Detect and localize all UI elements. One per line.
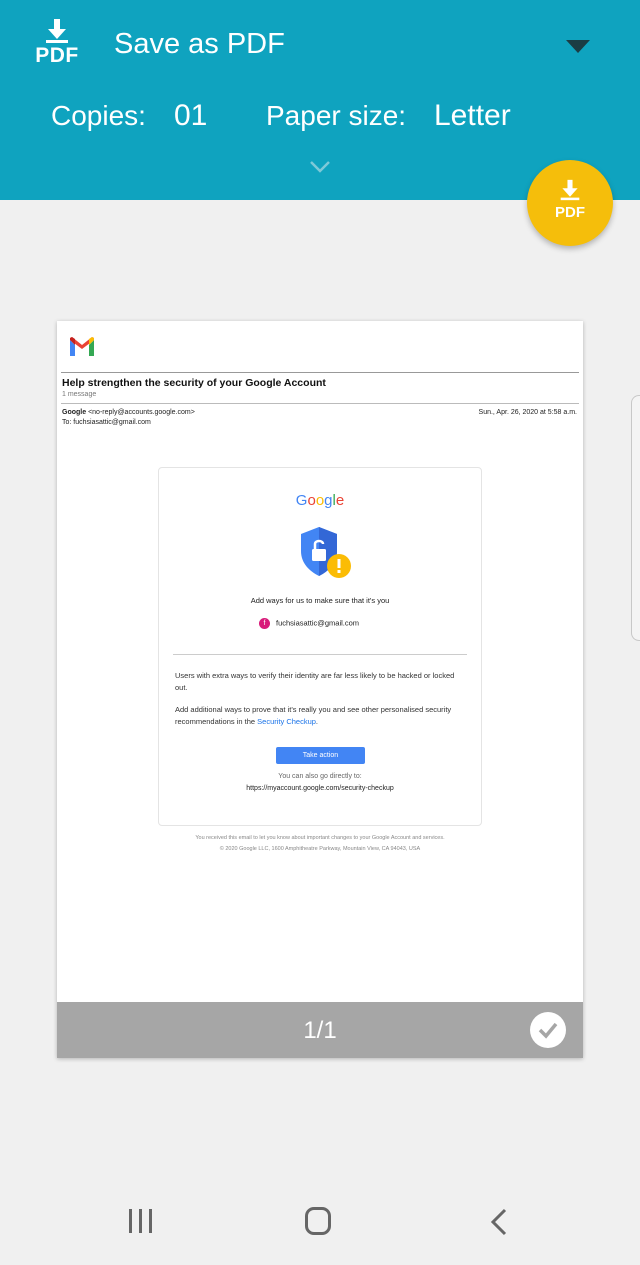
back-icon[interactable] (490, 1208, 508, 1236)
divider (61, 372, 579, 373)
email-card: Google Add ways for us to make sure that… (158, 467, 482, 826)
pdf-icon-label: PDF (35, 44, 79, 67)
card-headline: Add ways for us to make sure that it's y… (250, 596, 390, 605)
brand-letter: e (335, 492, 345, 509)
card-paragraph: Add additional ways to prove that it's r… (175, 704, 465, 728)
google-logo: Google (159, 492, 481, 509)
brand-letter: G (295, 492, 308, 509)
recents-icon[interactable] (127, 1208, 155, 1234)
side-panel-handle[interactable] (631, 395, 640, 641)
also-go-text: You can also go directly to: (278, 773, 362, 780)
copies-value[interactable]: 01 (174, 99, 207, 133)
page-indicator: 1/1 (303, 1017, 337, 1044)
brand-letter: g (324, 492, 333, 509)
download-icon (560, 179, 580, 201)
account-row: f fuchsiasattic@gmail.com (259, 618, 359, 629)
divider (61, 403, 579, 404)
page-select-toggle[interactable] (530, 1012, 566, 1048)
printer-selector[interactable]: Save as PDF (114, 28, 285, 61)
from-address: <no-reply@accounts.google.com> (88, 409, 195, 416)
copies-label: Copies: (51, 100, 146, 131)
paper-size-value[interactable]: Letter (434, 99, 511, 133)
email-footer: © 2020 Google LLC, 1600 Amphitheatre Par… (219, 846, 421, 852)
card-paragraph: Users with extra ways to verify their id… (175, 671, 455, 692)
email-footer: You received this email to let you know … (195, 835, 445, 841)
message-count: 1 message (62, 391, 97, 398)
chevron-down-icon[interactable] (308, 158, 332, 174)
paragraph-end: . (315, 717, 319, 726)
home-icon[interactable] (305, 1207, 331, 1235)
shield-alert-icon (301, 527, 351, 578)
download-pdf-button[interactable]: PDF (527, 160, 613, 246)
page-selection-bar: 1/1 (57, 1002, 583, 1058)
email-subject: Help strengthen the security of your Goo… (62, 377, 326, 389)
email-from: Google <no-reply@accounts.google.com> (62, 409, 195, 416)
checkmark-icon (538, 1022, 558, 1039)
email-to: To: fuchsiasattic@gmail.com (62, 419, 151, 426)
avatar: f (259, 618, 270, 629)
dropdown-arrow-icon[interactable] (566, 40, 590, 53)
security-checkup-link[interactable]: Security Checkup (257, 717, 316, 726)
paper-size-label: Paper size: (266, 100, 407, 131)
take-action-button[interactable]: Take action (276, 747, 365, 764)
gmail-logo (70, 337, 94, 356)
from-name: Google (62, 409, 87, 416)
email-date: Sun., Apr. 26, 2020 at 5:58 a.m. (478, 409, 577, 416)
direct-url[interactable]: https://myaccount.google.com/security-ch… (159, 785, 481, 792)
account-email: fuchsiasattic@gmail.com (276, 618, 360, 628)
fab-label: PDF (555, 204, 585, 221)
brand-letter: o (307, 492, 316, 509)
brand-letter: o (315, 492, 325, 509)
system-nav-bar (0, 1183, 640, 1265)
page-preview[interactable]: Help strengthen the security of your Goo… (57, 321, 583, 1058)
divider (173, 654, 467, 655)
download-pdf-icon: PDF (33, 18, 81, 74)
